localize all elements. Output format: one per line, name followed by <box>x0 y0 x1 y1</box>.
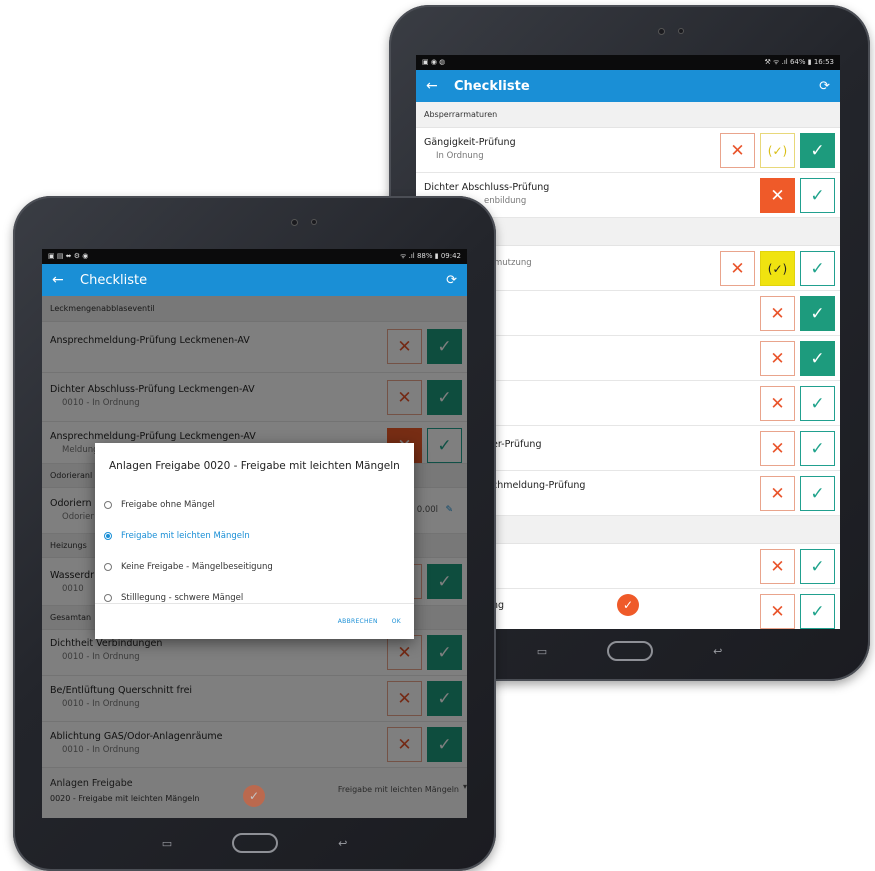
reject-button[interactable]: ✕ <box>760 594 795 629</box>
page-title: Checkliste <box>454 78 530 94</box>
release-dialog: Anlagen Freigabe 0020 - Freigabe mit lei… <box>95 443 414 639</box>
reject-button[interactable]: ✕ <box>760 178 795 213</box>
x-icon: ✕ <box>770 348 785 369</box>
front-screen: ▣ ▤ ⬌ ⚙ ◉ ᯤ .ıl 88% ▮ 09:42 ← Checkliste… <box>42 249 467 818</box>
approve-button[interactable]: ✓ <box>800 296 835 331</box>
option-label: Freigabe mit leichten Mängeln <box>121 530 250 541</box>
radio-checked-icon <box>104 531 112 540</box>
check-icon: ✓ <box>810 140 825 161</box>
check-paren-icon: (✓) <box>767 261 788 276</box>
option-label: Freigabe ohne Mängel <box>121 499 215 510</box>
sensor-dot <box>679 29 683 33</box>
fab-check-button[interactable]: ✓ <box>243 785 265 807</box>
partial-button[interactable]: (✓) <box>760 133 795 168</box>
back-arrow-icon[interactable]: ← <box>426 78 454 94</box>
recent-apps-icon[interactable]: ▭ <box>162 837 172 850</box>
nav-back-icon[interactable]: ↩ <box>713 645 722 658</box>
camera-dot <box>659 29 664 34</box>
front-tablet: ▣ ▤ ⬌ ⚙ ◉ ᯤ .ıl 88% ▮ 09:42 ← Checkliste… <box>13 196 496 871</box>
app-bar: ← Checkliste ⟳ <box>416 70 840 102</box>
check-icon: ✓ <box>810 258 825 279</box>
sync-icon[interactable]: ⟳ <box>446 273 457 288</box>
reject-button[interactable]: ✕ <box>760 549 795 584</box>
check-icon: ✓ <box>810 601 825 622</box>
approve-button[interactable]: ✓ <box>800 476 835 511</box>
radio-icon <box>104 593 112 602</box>
check-icon: ✓ <box>810 185 825 206</box>
x-icon: ✕ <box>730 258 745 279</box>
check-paren-icon: (✓) <box>767 143 788 158</box>
reject-button[interactable]: ✕ <box>760 296 795 331</box>
section-header: Absperrarmaturen <box>416 102 840 128</box>
approve-button[interactable]: ✓ <box>800 386 835 421</box>
sync-icon[interactable]: ⟳ <box>819 79 830 94</box>
status-icons-right: ⚒ ᯤ .ıl 64% ▮ 16:53 <box>764 58 835 66</box>
check-icon: ✓ <box>810 303 825 324</box>
check-icon: ✓ <box>810 348 825 369</box>
reject-button[interactable]: ✕ <box>760 476 795 511</box>
partial-button[interactable]: (✓) <box>760 251 795 286</box>
x-icon: ✕ <box>770 393 785 414</box>
radio-option[interactable]: Freigabe ohne Mängel <box>95 489 414 520</box>
x-icon: ✕ <box>730 140 745 161</box>
check-icon: ✓ <box>248 789 260 803</box>
back-arrow-icon[interactable]: ← <box>52 272 80 288</box>
nav-back-icon[interactable]: ↩ <box>338 837 347 850</box>
radio-option-selected[interactable]: Freigabe mit leichten Mängeln <box>95 520 414 551</box>
checklist-row: Gängigkeit-Prüfung In Ordnung ✕ (✓) ✓ <box>416 128 840 173</box>
status-icons-left: ▣ ▤ ⬌ ⚙ ◉ <box>48 252 89 260</box>
approve-button[interactable]: ✓ <box>800 549 835 584</box>
option-label: Stilllegung - schwere Mängel <box>121 592 244 603</box>
radio-icon <box>104 500 112 509</box>
approve-button[interactable]: ✓ <box>800 431 835 466</box>
approve-button[interactable]: ✓ <box>800 341 835 376</box>
fab-check-button[interactable]: ✓ <box>617 594 639 616</box>
recent-apps-icon[interactable]: ▭ <box>537 645 547 658</box>
option-label: Keine Freigabe - Mängelbeseitigung <box>121 561 273 572</box>
sensor-dot <box>312 220 316 224</box>
home-button[interactable] <box>232 833 279 853</box>
home-button[interactable] <box>607 641 654 661</box>
x-icon: ✕ <box>770 483 785 504</box>
reject-button[interactable]: ✕ <box>720 133 755 168</box>
x-icon: ✕ <box>770 601 785 622</box>
reject-button[interactable]: ✕ <box>760 386 795 421</box>
dialog-title: Anlagen Freigabe 0020 - Freigabe mit lei… <box>109 460 400 472</box>
hardware-nav: ▭ ↩ <box>13 833 496 853</box>
status-bar: ▣ ◉ ◍ ⚒ ᯤ .ıl 64% ▮ 16:53 <box>416 55 840 70</box>
status-icons-right: ᯤ .ıl 88% ▮ 09:42 <box>400 252 461 260</box>
x-icon: ✕ <box>770 556 785 577</box>
ok-button[interactable]: OK <box>392 618 401 625</box>
camera-dot <box>292 220 297 225</box>
reject-button[interactable]: ✕ <box>760 341 795 376</box>
status-bar: ▣ ▤ ⬌ ⚙ ◉ ᯤ .ıl 88% ▮ 09:42 <box>42 249 467 264</box>
x-icon: ✕ <box>770 303 785 324</box>
reject-button[interactable]: ✕ <box>760 431 795 466</box>
dialog-actions: ABBRECHEN OK <box>95 603 414 639</box>
radio-option[interactable]: Keine Freigabe - Mängelbeseitigung <box>95 551 414 582</box>
radio-icon <box>104 562 112 571</box>
cancel-button[interactable]: ABBRECHEN <box>338 618 378 625</box>
reject-button[interactable]: ✕ <box>720 251 755 286</box>
app-bar: ← Checkliste ⟳ <box>42 264 467 296</box>
x-icon: ✕ <box>770 438 785 459</box>
approve-button[interactable]: ✓ <box>800 133 835 168</box>
approve-button[interactable]: ✓ <box>800 594 835 629</box>
check-icon: ✓ <box>622 598 634 612</box>
approve-button[interactable]: ✓ <box>800 178 835 213</box>
status-icons-left: ▣ ◉ ◍ <box>422 58 446 66</box>
check-icon: ✓ <box>810 483 825 504</box>
x-icon: ✕ <box>770 185 785 206</box>
page-title: Checkliste <box>80 272 148 288</box>
approve-button[interactable]: ✓ <box>800 251 835 286</box>
check-icon: ✓ <box>810 393 825 414</box>
check-icon: ✓ <box>810 556 825 577</box>
check-icon: ✓ <box>810 438 825 459</box>
